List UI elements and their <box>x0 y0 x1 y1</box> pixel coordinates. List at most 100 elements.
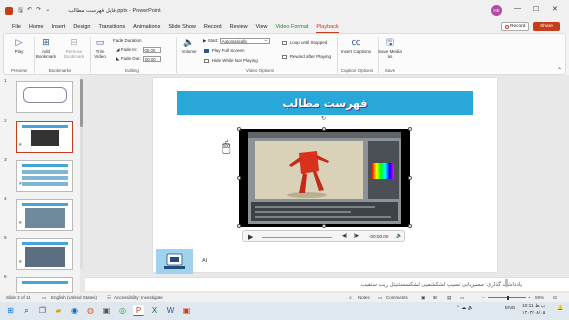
word-taskbar-icon[interactable]: W <box>165 305 176 316</box>
customize-qat-icon[interactable]: ⌄ <box>45 6 50 16</box>
zoom-out-icon[interactable]: − <box>482 295 485 300</box>
resize-handle[interactable] <box>408 176 412 180</box>
tab-record[interactable]: Record <box>200 21 226 33</box>
rewind-after-playing-checkbox[interactable]: Rewind after Playing <box>282 54 331 60</box>
redo-icon[interactable]: ↷ <box>36 6 41 16</box>
tray-icons[interactable]: ⌃ ☁ 🔈 <box>456 306 473 311</box>
save-media-as-button[interactable]: 🖫 Save Media as <box>378 37 402 60</box>
add-bookmark-button[interactable]: ⊞ Add Bookmark <box>35 37 57 60</box>
thumbnails-scrollbar[interactable] <box>80 79 83 269</box>
tab-playback[interactable]: Playback <box>312 21 342 33</box>
tab-animations[interactable]: Animations <box>129 21 164 33</box>
resize-handle[interactable] <box>237 127 241 131</box>
slide-thumbnail-row[interactable]: 4 ★ <box>4 197 74 231</box>
language-status[interactable]: English (United States) <box>51 295 97 300</box>
slide-thumbnail[interactable]: ★ <box>16 238 73 270</box>
slide-thumbnail[interactable]: ★ <box>16 160 73 192</box>
tab-view[interactable]: View <box>252 21 272 33</box>
spelling-icon[interactable]: ▭ <box>42 295 46 301</box>
save-icon[interactable]: 🖫 <box>18 6 23 16</box>
play-full-screen-checkbox[interactable]: Play Full Screen <box>204 48 245 54</box>
resize-handle[interactable] <box>408 127 412 131</box>
slide-thumbnail-row[interactable]: 3 ★ <box>4 158 74 192</box>
video-play-icon[interactable]: ▶ <box>248 233 253 241</box>
tab-transitions[interactable]: Transitions <box>94 21 129 33</box>
rotate-handle-icon[interactable]: ↻ <box>321 115 326 122</box>
app-taskbar-icon[interactable]: ▣ <box>181 305 192 316</box>
scrollbar-thumb[interactable] <box>80 79 83 127</box>
normal-view-icon[interactable]: ▣ <box>421 295 425 301</box>
tab-review[interactable]: Review <box>226 21 252 33</box>
zoom-in-icon[interactable]: + <box>528 295 531 300</box>
video-volume-icon[interactable]: 🔈 <box>396 233 402 239</box>
tab-insert[interactable]: Insert <box>48 21 70 33</box>
step-back-icon[interactable]: ◀| <box>342 233 347 239</box>
record-button[interactable]: Record <box>501 22 529 31</box>
slide-thumbnail-row[interactable]: 2 ★ <box>4 119 74 153</box>
store-icon[interactable]: ▣ <box>101 305 112 316</box>
resize-handle[interactable] <box>237 176 241 180</box>
tab-slide-show[interactable]: Slide Show <box>164 21 200 33</box>
resize-handle[interactable] <box>408 224 412 228</box>
zoom-slider-knob[interactable] <box>507 295 509 300</box>
resize-handle[interactable] <box>322 127 326 131</box>
notes-pane[interactable]: یادداشت گذاری: مسیریابی تسیپ لشکشمیی لشک… <box>85 277 569 291</box>
hide-while-not-playing-checkbox[interactable]: Hide While Not Playing <box>204 58 258 64</box>
share-button[interactable]: Share <box>533 22 560 31</box>
slide-thumbnail-row[interactable]: 1 <box>4 79 74 113</box>
slide-thumbnail[interactable] <box>16 81 73 113</box>
fade-out-input[interactable]: 00.00 <box>143 56 162 62</box>
play-button[interactable]: ▷ Play <box>9 37 29 55</box>
slide-sorter-icon[interactable]: ⊞ <box>433 295 437 301</box>
clock-date[interactable]: ۱۴۰۳/۰۸/۰۵ <box>522 311 545 316</box>
slide-thumbnail[interactable]: ★ <box>16 199 73 231</box>
fit-to-window-icon[interactable]: ⊡ <box>553 295 557 301</box>
search-icon[interactable]: ⌕ <box>21 305 32 316</box>
reading-view-icon[interactable]: ▤ <box>447 295 451 301</box>
start-select[interactable]: Automatically <box>219 38 270 44</box>
slide-thumbnail-row[interactable]: 5 ★ <box>4 236 74 270</box>
tab-home[interactable]: Home <box>25 21 48 33</box>
slide-canvas[interactable]: فهرست مطالب ↻ ▶ ◀| |▶ -00:00.00 🔈 AI <box>153 78 497 274</box>
step-forward-icon[interactable]: |▶ <box>354 233 359 239</box>
loop-until-stopped-checkbox[interactable]: Loop until Stopped <box>282 40 327 46</box>
powerpoint-taskbar-icon[interactable]: P <box>133 305 144 316</box>
close-button[interactable]: ✕ <box>552 5 558 13</box>
video-object[interactable] <box>239 129 410 227</box>
excel-taskbar-icon[interactable]: X <box>149 305 160 316</box>
user-avatar[interactable]: HE <box>491 5 502 16</box>
windows-start-icon[interactable]: ⊞ <box>5 305 16 316</box>
resize-handle[interactable] <box>322 224 326 228</box>
tab-video-format[interactable]: Video Format <box>272 21 313 33</box>
remove-bookmark-button[interactable]: ⊟ Remove Bookmark <box>61 37 87 60</box>
edge-icon[interactable]: ◉ <box>69 305 80 316</box>
video-progress-track[interactable] <box>262 236 332 238</box>
firefox-icon[interactable]: ◍ <box>85 305 96 316</box>
tab-design[interactable]: Design <box>69 21 94 33</box>
maximize-button[interactable]: ☐ <box>533 5 539 13</box>
tab-file[interactable]: File <box>8 21 25 33</box>
fade-in-input[interactable]: 00.00 <box>142 47 161 53</box>
chrome-icon[interactable]: ◎ <box>117 305 128 316</box>
notes-button[interactable]: Notes <box>358 295 370 300</box>
collapse-ribbon-icon[interactable]: ⌃ <box>557 67 562 74</box>
undo-icon[interactable]: ↶ <box>27 6 32 16</box>
task-view-icon[interactable]: ❐ <box>37 305 48 316</box>
slide-thumbnail[interactable] <box>16 277 73 293</box>
accessibility-status[interactable]: Accessibility: Investigate <box>114 295 163 300</box>
insert-captions-button[interactable]: ㏄ Insert Captions <box>340 37 372 55</box>
slide-thumbnail-current[interactable]: ★ <box>16 121 73 153</box>
notes-scrollbar[interactable] <box>505 279 508 287</box>
resize-handle[interactable] <box>237 224 241 228</box>
slideshow-view-icon[interactable]: ▭ <box>460 295 464 301</box>
minimize-button[interactable]: — <box>514 5 521 12</box>
trim-video-button[interactable]: ▭ Trim Video <box>91 37 109 60</box>
slide-title-box[interactable]: فهرست مطالب <box>177 91 473 115</box>
input-language[interactable]: ENG <box>505 306 515 311</box>
notifications-icon[interactable]: 🔔 <box>557 306 563 311</box>
file-explorer-icon[interactable]: ▰ <box>53 305 64 316</box>
clock-time[interactable]: 10:11 ب.ظ <box>522 304 545 309</box>
zoom-level[interactable]: 59% <box>535 295 544 300</box>
volume-button[interactable]: 🔈 Volume <box>178 37 200 55</box>
comments-button[interactable]: Comments <box>386 295 408 300</box>
